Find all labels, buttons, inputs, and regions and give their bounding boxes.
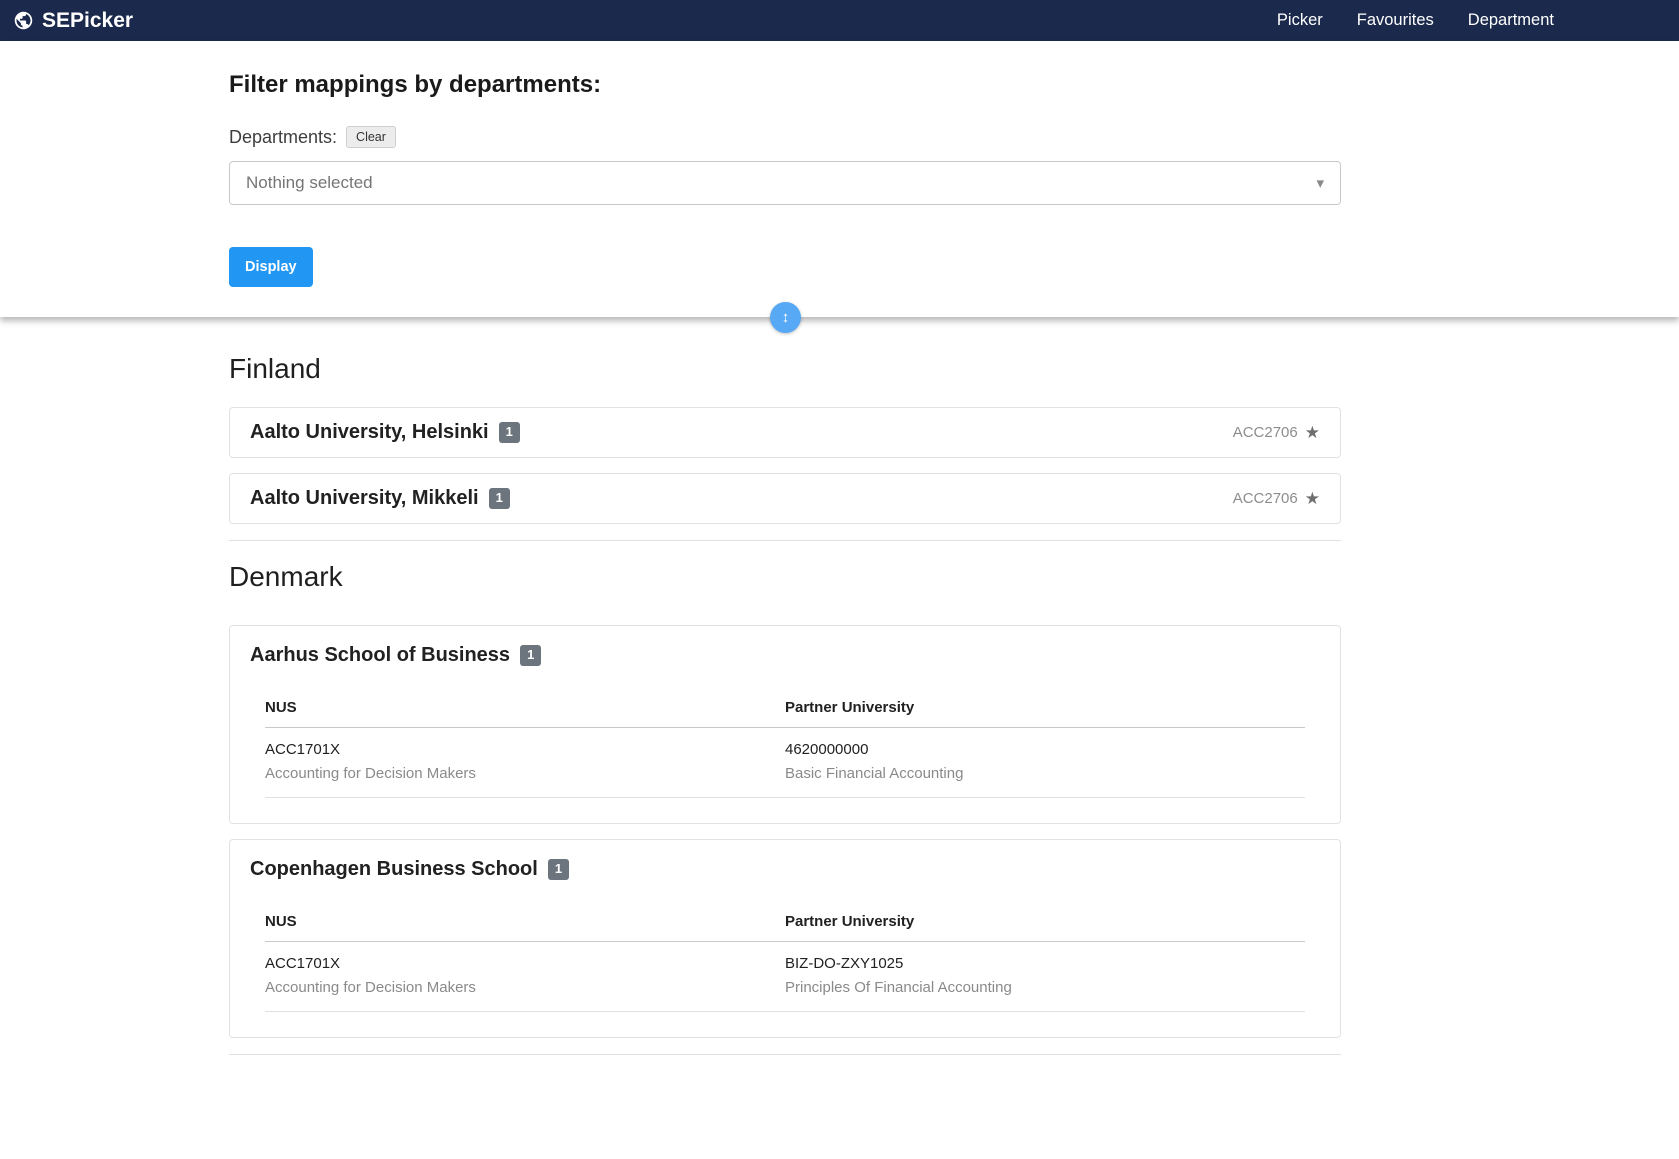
nus-course-title: Accounting for Decision Makers [265, 979, 476, 996]
table-row: ACC1701X Accounting for Decision Makers … [265, 941, 1305, 1012]
nav-link-picker[interactable]: Picker [1277, 11, 1323, 30]
brand-label: SEPicker [42, 8, 134, 32]
mapping-count-badge: 1 [498, 422, 520, 443]
mapping-count-badge: 1 [488, 488, 510, 509]
university-name-label: Aalto University, Mikkeli [250, 487, 479, 509]
departments-label: Departments: [229, 126, 338, 147]
collapse-filter-button[interactable]: ↕ [770, 302, 801, 333]
university-name[interactable]: Copenhagen Business School 1 [250, 858, 1320, 881]
page-end-spacer [229, 1055, 1341, 1135]
nus-cell: ACC1701X Accounting for Decision Makers [265, 941, 785, 1012]
mapping-table: NUS Partner University ACC1701X Accounti… [265, 691, 1305, 798]
nav-link-department[interactable]: Department [1468, 11, 1554, 30]
country-heading-denmark: Denmark [229, 561, 343, 592]
university-name[interactable]: Aarhus School of Business 1 [250, 644, 1320, 667]
chevron-down-icon: ▾ [1316, 175, 1324, 192]
university-card-aalto-helsinki: Aalto University, Helsinki 1 ACC2706 ★ [229, 407, 1341, 458]
column-header-nus: NUS [265, 905, 785, 942]
filter-title: Filter mappings by departments: [229, 71, 602, 98]
university-name-label: Copenhagen Business School [250, 858, 538, 880]
university-card-aalto-mikkeli: Aalto University, Mikkeli 1 ACC2706 ★ [229, 473, 1341, 524]
course-code-label: ACC2706 [1232, 424, 1298, 441]
nus-course-code: ACC1701X [265, 741, 341, 758]
departments-select[interactable]: Nothing selected ▾ [229, 161, 1341, 205]
card-right: ACC2706 ★ [1233, 424, 1320, 441]
results-area: Finland Aalto University, Helsinki 1 ACC… [229, 353, 1341, 1135]
favourite-star-icon[interactable]: ★ [1305, 490, 1320, 507]
nus-course-title: Accounting for Decision Makers [265, 765, 476, 782]
university-card-copenhagen: Copenhagen Business School 1 NUS Partner… [229, 839, 1341, 1038]
up-down-arrow-icon: ↕ [781, 309, 790, 326]
brand[interactable]: SEPicker [13, 9, 133, 33]
globe-icon [13, 10, 34, 31]
mapping-count-badge: 1 [547, 859, 570, 880]
country-heading-finland: Finland [229, 353, 321, 384]
partner-course-code: BIZ-DO-ZXY1025 [785, 955, 904, 972]
display-button[interactable]: Display [229, 247, 313, 287]
university-card-aarhus: Aarhus School of Business 1 NUS Partner … [229, 625, 1341, 824]
departments-row: Departments: Clear [229, 126, 1341, 148]
university-name-label: Aarhus School of Business [250, 644, 511, 666]
favourite-star-icon[interactable]: ★ [1305, 424, 1320, 441]
navbar: SEPicker Picker Favourites Department [0, 0, 1679, 41]
nus-course-code: ACC1701X [265, 955, 341, 972]
table-row: ACC1701X Accounting for Decision Makers … [265, 727, 1305, 798]
mapping-count-badge: 1 [520, 645, 542, 666]
partner-cell: 4620000000 Basic Financial Accounting [785, 727, 1305, 798]
nav-link-favourites[interactable]: Favourites [1357, 11, 1434, 30]
university-name: Aalto University, Helsinki 1 [250, 421, 520, 444]
course-code-label: ACC2706 [1232, 490, 1298, 507]
university-card-header[interactable]: Aalto University, Helsinki 1 ACC2706 ★ [230, 408, 1340, 457]
partner-course-title: Principles Of Financial Accounting [785, 979, 1012, 996]
clear-button[interactable]: Clear [346, 126, 396, 148]
card-right: ACC2706 ★ [1233, 490, 1320, 507]
university-name: Aalto University, Mikkeli 1 [250, 487, 510, 510]
column-header-partner: Partner University [785, 905, 1305, 942]
partner-course-title: Basic Financial Accounting [785, 765, 964, 782]
column-header-partner: Partner University [785, 691, 1305, 728]
departments-select-value: Nothing selected [246, 173, 373, 192]
nus-cell: ACC1701X Accounting for Decision Makers [265, 727, 785, 798]
partner-cell: BIZ-DO-ZXY1025 Principles Of Financial A… [785, 941, 1305, 1012]
section-divider [229, 540, 1341, 541]
partner-course-code: 4620000000 [785, 741, 869, 758]
university-name-label: Aalto University, Helsinki [250, 421, 489, 443]
filter-panel: Filter mappings by departments: Departme… [0, 41, 1679, 333]
mapping-table: NUS Partner University ACC1701X Accounti… [265, 905, 1305, 1012]
column-header-nus: NUS [265, 691, 785, 728]
nav-links: Picker Favourites Department [1277, 11, 1554, 30]
university-card-header[interactable]: Aalto University, Mikkeli 1 ACC2706 ★ [230, 474, 1340, 523]
